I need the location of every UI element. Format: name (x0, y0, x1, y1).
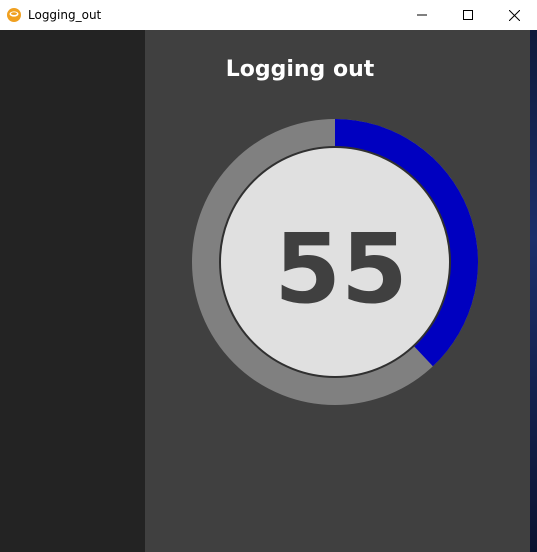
countdown-number: 55 (274, 213, 408, 325)
close-icon (508, 9, 520, 21)
minimize-button[interactable] (399, 0, 445, 30)
title-bar[interactable]: Logging_out (0, 0, 537, 30)
maximize-icon (463, 10, 473, 20)
desktop-background (530, 30, 537, 552)
window-content: Logging out 55 (0, 30, 537, 552)
close-button[interactable] (491, 0, 537, 30)
countdown-gauge: 55 (189, 116, 481, 408)
sidebar-panel (0, 30, 145, 552)
maximize-button[interactable] (445, 0, 491, 30)
window-title: Logging_out (28, 8, 102, 22)
app-logo-icon (6, 7, 22, 23)
logout-window: Logging_out Logging out 55 (0, 0, 537, 552)
page-title: Logging out (225, 57, 375, 82)
minimize-icon (417, 10, 427, 20)
